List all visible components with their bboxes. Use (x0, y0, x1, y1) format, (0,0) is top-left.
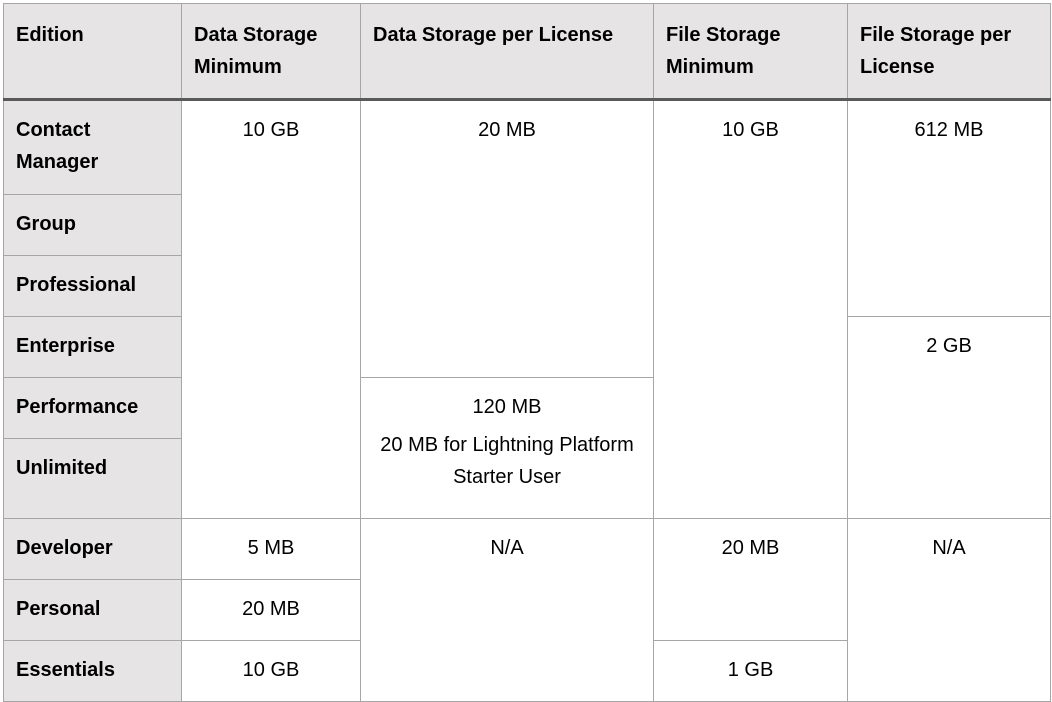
file-storage-min-cell: 10 GB (653, 99, 848, 519)
file-storage-license-cell: 2 GB (847, 316, 1051, 519)
file-storage-license-cell: 612 MB (847, 99, 1051, 317)
table-row: Contact Manager 10 GB 20 MB 10 GB 612 MB (3, 99, 1051, 519)
data-storage-min-cell: 5 MB (181, 518, 361, 580)
data-storage-min-cell: 20 MB (181, 579, 361, 641)
edition-cell: Essentials (3, 640, 182, 702)
edition-cell: Performance (3, 377, 182, 439)
file-storage-license-cell: N/A (847, 518, 1051, 702)
data-storage-license-value: 120 MB (472, 396, 542, 418)
edition-cell: Professional (3, 255, 182, 317)
file-storage-min-cell: 1 GB (653, 640, 848, 702)
data-storage-license-cell: 120 MB 20 MB for Lightning Platform Star… (360, 377, 654, 519)
header-data-storage-per-license: Data Storage per License (360, 3, 654, 101)
data-storage-min-cell: 10 GB (181, 99, 361, 519)
table-row: Developer 5 MB N/A 20 MB N/A (3, 518, 1051, 702)
edition-cell: Personal (3, 579, 182, 641)
edition-cell: Contact Manager (3, 99, 182, 195)
data-storage-license-note: 20 MB for Lightning Platform Starter Use… (380, 434, 634, 488)
header-edition: Edition (3, 3, 182, 101)
edition-cell: Unlimited (3, 438, 182, 519)
data-storage-license-cell: 20 MB (360, 99, 654, 378)
header-data-storage-minimum: Data Storage Minimum (181, 3, 361, 101)
edition-cell: Group (3, 194, 182, 256)
data-storage-license-cell: N/A (360, 518, 654, 702)
storage-table: Edition Data Storage Minimum Data Storag… (3, 3, 1051, 702)
edition-cell: Enterprise (3, 316, 182, 378)
header-row: Edition Data Storage Minimum Data Storag… (3, 3, 1051, 101)
header-file-storage-minimum: File Storage Minimum (653, 3, 848, 101)
header-file-storage-per-license: File Storage per License (847, 3, 1051, 101)
data-storage-min-cell: 10 GB (181, 640, 361, 702)
edition-cell: Developer (3, 518, 182, 580)
file-storage-min-cell: 20 MB (653, 518, 848, 641)
